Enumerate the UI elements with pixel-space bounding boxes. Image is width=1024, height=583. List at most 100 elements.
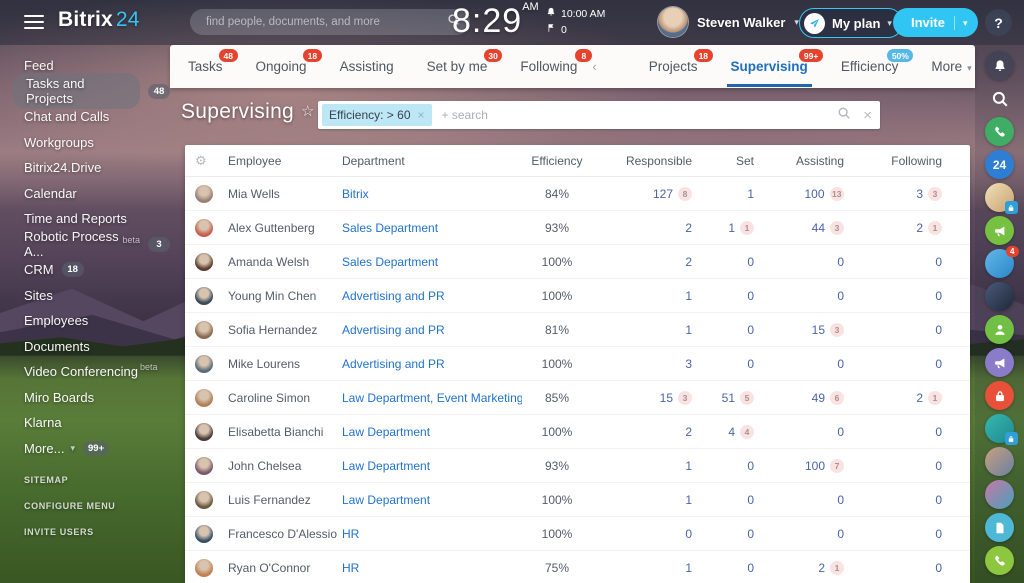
sidebar-item-video-conferencing[interactable]: Video Conferencingbeta [0, 359, 170, 385]
chip-close-icon[interactable]: × [418, 108, 425, 122]
count-link[interactable]: 0 [935, 255, 942, 269]
column-efficiency[interactable]: Efficiency [522, 154, 592, 168]
sidebar-link-sitemap[interactable]: SITEMAP [24, 475, 115, 485]
sidebar-item-time-and-reports[interactable]: Time and Reports [0, 206, 170, 232]
count-link[interactable]: 2 [685, 221, 692, 235]
tab-following[interactable]: Following8 [520, 59, 577, 74]
callback-phone-icon[interactable] [985, 546, 1015, 575]
favorite-star-icon[interactable]: ☆ [301, 103, 315, 120]
department-link[interactable]: Advertising and PR [342, 357, 522, 371]
employee-name-link[interactable]: Caroline Simon [219, 391, 310, 405]
workgroup-avatar[interactable] [985, 414, 1015, 443]
sidebar-item-robotic-process-a[interactable]: Robotic Process A...beta3 [0, 232, 170, 258]
table-row[interactable]: Amanda WelshSales Department100%2000 [185, 245, 970, 279]
tab-supervising[interactable]: Supervising99+ [731, 59, 808, 74]
bitrix24-badge[interactable]: 24 [985, 150, 1015, 179]
count-link[interactable]: 0 [935, 493, 942, 507]
count-link[interactable]: 15 [660, 391, 673, 405]
count-link[interactable]: 0 [747, 527, 754, 541]
department-link[interactable]: Law Department, Event Marketing [342, 391, 522, 405]
count-link[interactable]: 1 [747, 187, 754, 201]
column-set[interactable]: Set [692, 154, 754, 168]
security-lock-icon[interactable] [985, 381, 1015, 410]
user-avatar-photo[interactable] [985, 447, 1015, 476]
department-link[interactable]: Bitrix [342, 187, 522, 201]
count-link[interactable]: 0 [837, 255, 844, 269]
count-link[interactable]: 3 [916, 187, 923, 201]
department-link[interactable]: Law Department [342, 459, 522, 473]
employee-name-link[interactable]: Elisabetta Bianchi [219, 425, 323, 439]
celebration-avatar[interactable] [985, 183, 1015, 212]
panorama-avatar[interactable] [985, 282, 1015, 311]
count-link[interactable]: 0 [747, 493, 754, 507]
sidebar-item-klarna[interactable]: Klarna [0, 410, 170, 436]
employee-name-link[interactable]: Amanda Welsh [219, 255, 309, 269]
department-link[interactable]: HR [342, 527, 522, 541]
department-link[interactable]: Law Department [342, 493, 522, 507]
count-link[interactable]: 0 [747, 357, 754, 371]
count-link[interactable]: 1 [685, 289, 692, 303]
table-row[interactable]: Ryan O'ConnorHR75%10210 [185, 551, 970, 583]
count-link[interactable]: 1 [685, 459, 692, 473]
sidebar-link-invite-users[interactable]: INVITE USERS [24, 527, 115, 537]
filter-chip[interactable]: Efficiency: > 60× [322, 104, 432, 126]
clear-filter-icon[interactable]: × [863, 108, 872, 123]
sidebar-item-workgroups[interactable]: Workgroups [0, 130, 170, 156]
employee-name-link[interactable]: Mia Wells [219, 187, 280, 201]
sidebar-item-miro-boards[interactable]: Miro Boards [0, 385, 170, 411]
count-link[interactable]: 0 [935, 527, 942, 541]
sidebar-item-tasks-and-projects[interactable]: Tasks and Projects48 [0, 79, 170, 105]
count-link[interactable]: 2 [685, 255, 692, 269]
count-link[interactable]: 0 [685, 527, 692, 541]
drive-document-icon[interactable] [985, 513, 1015, 542]
global-search[interactable] [190, 9, 470, 35]
my-plan-button[interactable]: My plan ▾ [799, 8, 903, 38]
table-row[interactable]: John ChelseaLaw Department93%1010070 [185, 449, 970, 483]
count-link[interactable]: 0 [935, 357, 942, 371]
count-link[interactable]: 49 [812, 391, 825, 405]
count-link[interactable]: 1 [728, 221, 735, 235]
table-row[interactable]: Sofia HernandezAdvertising and PR81%1015… [185, 313, 970, 347]
flag-counter[interactable]: 0 [546, 22, 605, 38]
photo-stream-icon[interactable]: 4 [985, 249, 1015, 278]
global-search-input[interactable] [204, 15, 447, 29]
filter-search-input[interactable] [440, 107, 838, 123]
notifications-bell-icon[interactable] [985, 51, 1015, 80]
telephony-phone-icon[interactable] [985, 117, 1015, 146]
sidebar-item-calendar[interactable]: Calendar [0, 181, 170, 207]
sidebar-item-crm[interactable]: CRM18 [0, 257, 170, 283]
sidebar-item-chat-and-calls[interactable]: Chat and Calls [0, 104, 170, 130]
column-assisting[interactable]: Assisting [754, 154, 844, 168]
count-link[interactable]: 0 [837, 425, 844, 439]
filter-bar[interactable]: Efficiency: > 60× × [318, 101, 880, 129]
count-link[interactable]: 100 [805, 459, 825, 473]
department-link[interactable]: Advertising and PR [342, 323, 522, 337]
count-link[interactable]: 127 [653, 187, 673, 201]
table-row[interactable]: Mia WellsBitrix84%127811001333 [185, 177, 970, 211]
table-row[interactable]: Young Min ChenAdvertising and PR100%1000 [185, 279, 970, 313]
invite-button[interactable]: Invite ▾ [893, 8, 978, 37]
tab-ongoing[interactable]: Ongoing18 [256, 59, 307, 74]
tab-assisting[interactable]: Assisting [340, 59, 394, 74]
count-link[interactable]: 2 [685, 425, 692, 439]
count-link[interactable]: 0 [837, 527, 844, 541]
count-link[interactable]: 1 [685, 561, 692, 575]
table-row[interactable]: Alex GuttenbergSales Department93%211443… [185, 211, 970, 245]
tab-set-by-me[interactable]: Set by me30 [427, 59, 488, 74]
count-link[interactable]: 0 [747, 459, 754, 473]
tab-more[interactable]: More▾ [931, 59, 971, 74]
count-link[interactable]: 0 [747, 255, 754, 269]
settings-gear-icon[interactable]: ⚙ [195, 154, 219, 167]
count-link[interactable]: 2 [818, 561, 825, 575]
employee-name-link[interactable]: Luis Fernandez [219, 493, 311, 507]
count-link[interactable]: 4 [728, 425, 735, 439]
count-link[interactable]: 0 [935, 289, 942, 303]
count-link[interactable]: 0 [935, 323, 942, 337]
department-link[interactable]: HR [342, 561, 522, 575]
column-department[interactable]: Department [342, 154, 522, 168]
employee-name-link[interactable]: Sofia Hernandez [219, 323, 317, 337]
tab-projects[interactable]: Projects18 [649, 59, 698, 74]
employee-name-link[interactable]: Alex Guttenberg [219, 221, 315, 235]
table-row[interactable]: Caroline Simon Law Department, Event Mark… [185, 381, 970, 415]
count-link[interactable]: 0 [837, 357, 844, 371]
